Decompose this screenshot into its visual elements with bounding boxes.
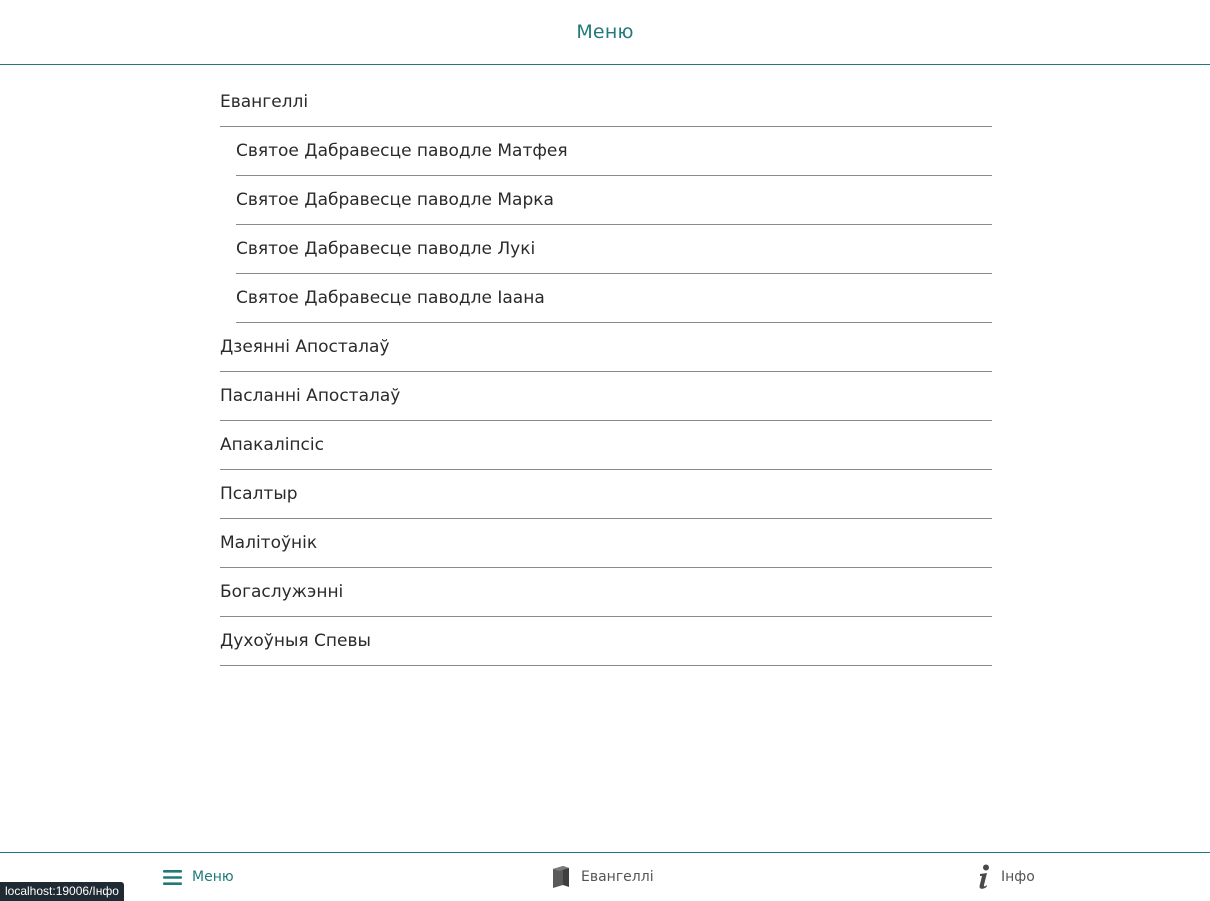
menu-item-label: Святое Дабравесце паводле Марка xyxy=(236,190,554,210)
menu-item-psalter[interactable]: Псалтыр xyxy=(220,470,992,519)
menu-item-revelation[interactable]: Апакаліпсіс xyxy=(220,421,992,470)
menu-item-acts[interactable]: Дзеянні Апосталаў xyxy=(220,323,992,372)
app-window: Меню Евангеллі Святое Дабравесце паводле… xyxy=(0,0,1210,901)
book-icon xyxy=(551,865,571,889)
menu-item-label: Пасланні Апосталаў xyxy=(220,386,401,406)
page-title: Меню xyxy=(576,21,634,43)
menu-item-label: Малітоўнік xyxy=(220,533,318,553)
menu-item-label: Псалтыр xyxy=(220,484,298,504)
menu-item-label: Богаслужэнні xyxy=(220,582,344,602)
header: Меню xyxy=(0,0,1210,65)
menu-item-label: Духоўныя Спевы xyxy=(220,631,371,651)
menu-item-john[interactable]: Святое Дабравесце паводле Іаана xyxy=(236,274,992,323)
info-icon xyxy=(977,864,991,890)
status-bar-url: localhost:19006/Інфо xyxy=(0,882,124,901)
menu-item-services[interactable]: Богаслужэнні xyxy=(220,568,992,617)
tab-menu-label: Меню xyxy=(192,869,234,885)
menu-item-gospels[interactable]: Евангеллі xyxy=(220,78,992,127)
menu-item-label: Святое Дабравесце паводле Матфея xyxy=(236,141,568,161)
menu-item-label: Святое Дабравесце паводле Іаана xyxy=(236,288,545,308)
tab-info-label: Інфо xyxy=(1001,869,1035,885)
bottom-navigation: Меню Евангеллі Інфо xyxy=(0,852,1210,901)
menu-item-mark[interactable]: Святое Дабравесце паводле Марка xyxy=(236,176,992,225)
menu-item-prayer-book[interactable]: Малітоўнік xyxy=(220,519,992,568)
tab-menu[interactable]: Меню xyxy=(163,853,234,901)
menu-item-hymns[interactable]: Духоўныя Спевы xyxy=(220,617,992,666)
tab-gospel[interactable]: Евангеллі xyxy=(551,853,654,901)
menu-item-label: Святое Дабравесце паводле Лукі xyxy=(236,239,536,259)
tab-gospel-label: Евангеллі xyxy=(581,869,654,885)
menu-item-label: Евангеллі xyxy=(220,92,309,112)
menu-item-epistles[interactable]: Пасланні Апосталаў xyxy=(220,372,992,421)
menu-item-luke[interactable]: Святое Дабравесце паводле Лукі xyxy=(236,225,992,274)
menu-list: Евангеллі Святое Дабравесце паводле Матф… xyxy=(220,78,992,666)
menu-item-label: Дзеянні Апосталаў xyxy=(220,337,390,357)
menu-item-label: Апакаліпсіс xyxy=(220,435,324,455)
tab-info[interactable]: Інфо xyxy=(977,853,1035,901)
menu-item-matthew[interactable]: Святое Дабравесце паводле Матфея xyxy=(236,127,992,176)
hamburger-icon xyxy=(163,869,182,885)
